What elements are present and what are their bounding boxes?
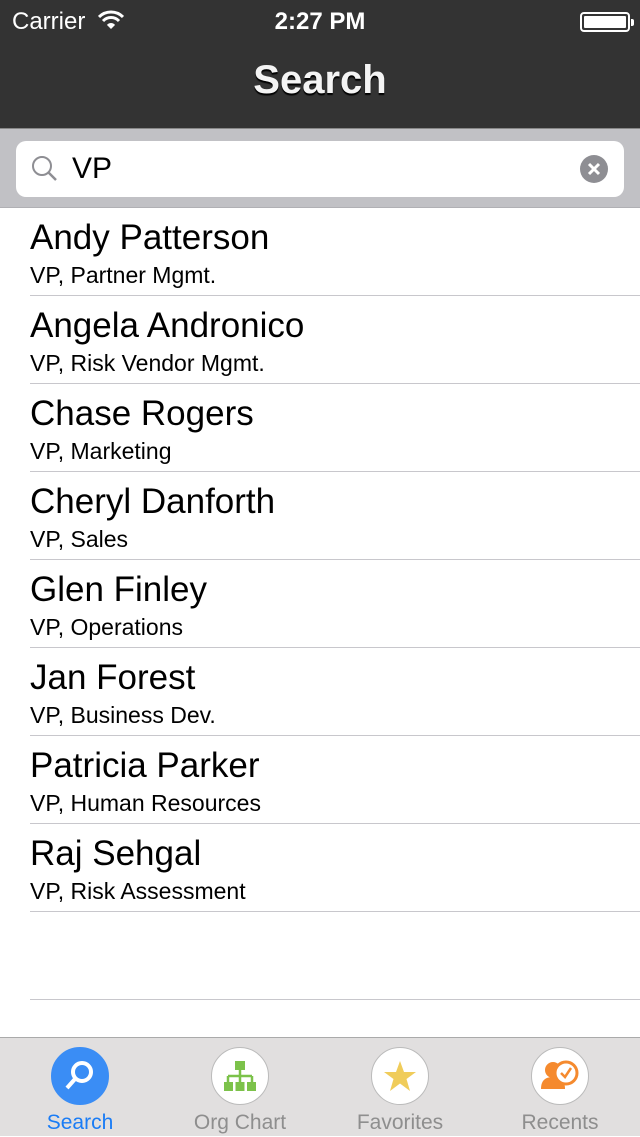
list-item[interactable]: Jan Forest VP, Business Dev. [30,648,640,736]
tab-label: Favorites [356,1111,444,1134]
star-icon [371,1047,429,1105]
clock: 2:27 PM [274,8,366,35]
results-list: Andy Patterson VP, Partner Mgmt. Angela An… [0,208,640,1000]
list-item[interactable]: Chase Rogers VP, Marketing [30,384,640,472]
person-name: Chase Rogers [30,394,254,433]
search-icon [32,156,57,181]
person-name: Jan Forest [30,658,196,697]
person-name: Raj Sehgal [30,834,202,873]
person-title: VP, Business Dev. [30,702,216,728]
person-name: Angela Andronico [30,306,305,345]
list-item[interactable]: Cheryl Danforth VP, Sales [30,472,640,560]
org-chart-icon [211,1047,269,1105]
person-title: VP, Human Resources [30,790,261,816]
battery-icon [580,12,634,32]
status-bar: Carrier 2:27 PM [0,6,640,36]
recents-icon [531,1047,589,1105]
search-field[interactable] [16,141,624,197]
search-icon [51,1047,109,1105]
list-item[interactable]: Angela Andronico VP, Risk Vendor Mgmt. [30,296,640,384]
tab-bar: Search Org Chart Favorites Recents [0,1037,640,1136]
person-name: Andy Patterson [30,218,270,257]
person-title: VP, Risk Assessment [30,878,246,904]
tab-label: Org Chart [193,1111,287,1134]
tab-label: Search [46,1111,114,1134]
person-title: VP, Operations [30,614,184,640]
person-title: VP, Marketing [30,438,172,464]
navigation-bar: Carrier 2:27 PM Search [0,0,640,128]
page-title: Search [253,58,387,102]
empty-row [30,912,640,1000]
tab-recents[interactable]: Recents [480,1038,640,1137]
tab-favorites[interactable]: Favorites [320,1038,480,1137]
person-name: Patricia Parker [30,746,260,785]
tab-search[interactable]: Search [0,1038,160,1137]
person-name: Glen Finley [30,570,208,609]
person-title: VP, Risk Vendor Mgmt. [30,350,265,376]
list-item[interactable]: Raj Sehgal VP, Risk Assessment [30,824,640,912]
tab-org-chart[interactable]: Org Chart [160,1038,320,1137]
person-title: VP, Partner Mgmt. [30,262,217,288]
search-input[interactable] [72,149,562,189]
search-bar [0,128,640,208]
close-icon [587,162,601,176]
person-title: VP, Sales [30,526,129,552]
person-name: Cheryl Danforth [30,482,276,521]
clear-search-button[interactable] [580,155,608,183]
list-item[interactable]: Patricia Parker VP, Human Resources [30,736,640,824]
tab-label: Recents [521,1111,599,1134]
list-item[interactable]: Glen Finley VP, Operations [30,560,640,648]
list-item[interactable]: Andy Patterson VP, Partner Mgmt. [30,208,640,296]
